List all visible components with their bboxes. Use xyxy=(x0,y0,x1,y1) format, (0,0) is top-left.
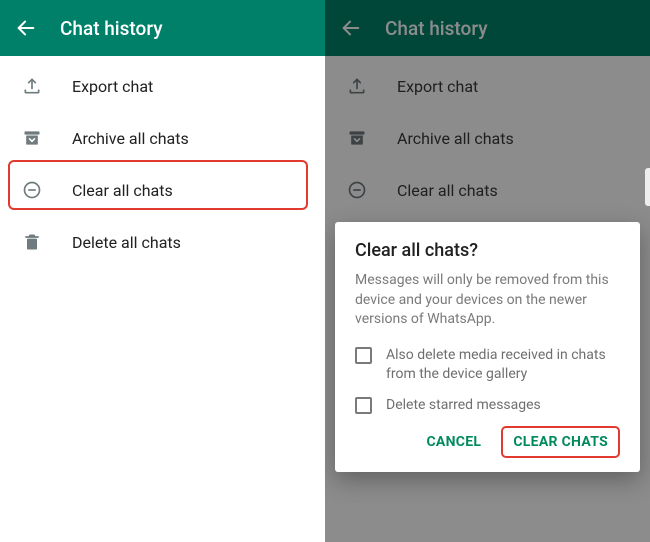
checkbox-delete-starred[interactable]: Delete starred messages xyxy=(355,396,620,415)
upload-icon xyxy=(20,74,44,98)
menu-list: Export chat Archive all chats Clear all … xyxy=(0,56,325,268)
checkbox-icon xyxy=(355,347,372,364)
menu-item-archive[interactable]: Archive all chats xyxy=(0,112,325,164)
scroll-indicator xyxy=(645,168,650,206)
screenshot-pair: Chat history Export chat Archive all cha… xyxy=(0,0,650,542)
menu-item-label: Clear all chats xyxy=(72,181,173,200)
clear-circle-icon xyxy=(20,178,44,202)
dialog-title: Clear all chats? xyxy=(355,240,620,261)
page-title: Chat history xyxy=(60,17,163,40)
clear-chats-dialog: Clear all chats? Messages will only be r… xyxy=(335,222,640,472)
menu-item-label: Export chat xyxy=(72,77,153,96)
menu-item-delete[interactable]: Delete all chats xyxy=(0,216,325,268)
checkbox-icon xyxy=(355,397,372,414)
back-icon[interactable] xyxy=(14,16,38,40)
menu-item-clear[interactable]: Clear all chats xyxy=(0,164,325,216)
cancel-button[interactable]: CANCEL xyxy=(416,426,491,458)
menu-item-export[interactable]: Export chat xyxy=(0,60,325,112)
archive-icon xyxy=(20,126,44,150)
phone-right: Chat history Export chat Archive all cha… xyxy=(325,0,650,542)
menu-item-label: Delete all chats xyxy=(72,233,181,252)
clear-chats-button[interactable]: CLEAR CHATS xyxy=(501,426,620,458)
checkbox-label: Delete starred messages xyxy=(386,396,541,415)
checkbox-delete-media[interactable]: Also delete media received in chats from… xyxy=(355,346,620,384)
menu-item-label: Archive all chats xyxy=(72,129,189,148)
app-header: Chat history xyxy=(0,0,325,56)
dialog-actions: CANCEL CLEAR CHATS xyxy=(355,426,620,458)
phone-left: Chat history Export chat Archive all cha… xyxy=(0,0,325,542)
dialog-body: Messages will only be removed from this … xyxy=(355,271,620,330)
checkbox-label: Also delete media received in chats from… xyxy=(386,346,620,384)
trash-icon xyxy=(20,230,44,254)
